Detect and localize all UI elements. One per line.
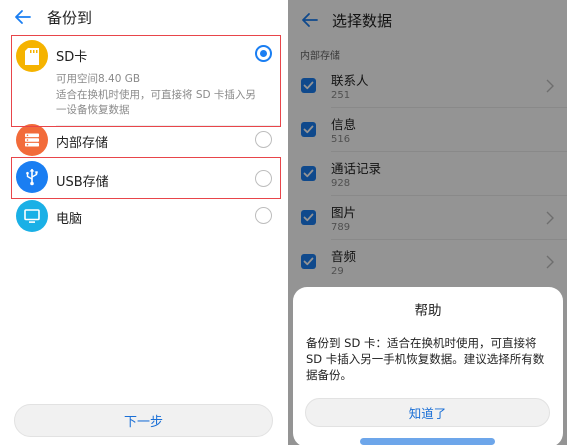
- next-step-button[interactable]: 下一步: [14, 404, 273, 437]
- help-dialog: 帮助 备份到 SD 卡：适合在换机时使用，可直接将 SD 卡插入另一手机恢复数据…: [293, 287, 563, 445]
- storage-icon: [16, 124, 48, 156]
- computer-icon: [16, 200, 48, 232]
- backup-destination-screen: 备份到 SD卡 可用空间8.40 GB 适合在换机时使用，可直接将 SD 卡插入…: [0, 0, 284, 445]
- page-title: 备份到: [47, 9, 93, 27]
- option-internal-storage[interactable]: 内部存储: [0, 122, 284, 158]
- highlight-box-sd-card: [11, 35, 281, 127]
- header: 备份到: [0, 0, 284, 34]
- got-it-button[interactable]: 知道了: [305, 398, 550, 427]
- select-data-screen: 选择数据 内部存储 联系人 251 信息 516 通话记录 928 图片 789: [288, 0, 567, 445]
- option-computer[interactable]: 电脑: [0, 198, 284, 234]
- home-indicator: [360, 438, 495, 445]
- dialog-body: 备份到 SD 卡：适合在换机时使用，可直接将 SD 卡插入另一手机恢复数据。建议…: [306, 336, 545, 382]
- highlight-box-usb-storage: [11, 157, 281, 199]
- radio-internal-storage[interactable]: [255, 131, 272, 148]
- option-label: 电脑: [56, 212, 83, 227]
- back-arrow-icon[interactable]: [13, 7, 33, 27]
- radio-computer[interactable]: [255, 207, 272, 224]
- dialog-title: 帮助: [414, 303, 442, 319]
- option-label: 内部存储: [56, 136, 109, 151]
